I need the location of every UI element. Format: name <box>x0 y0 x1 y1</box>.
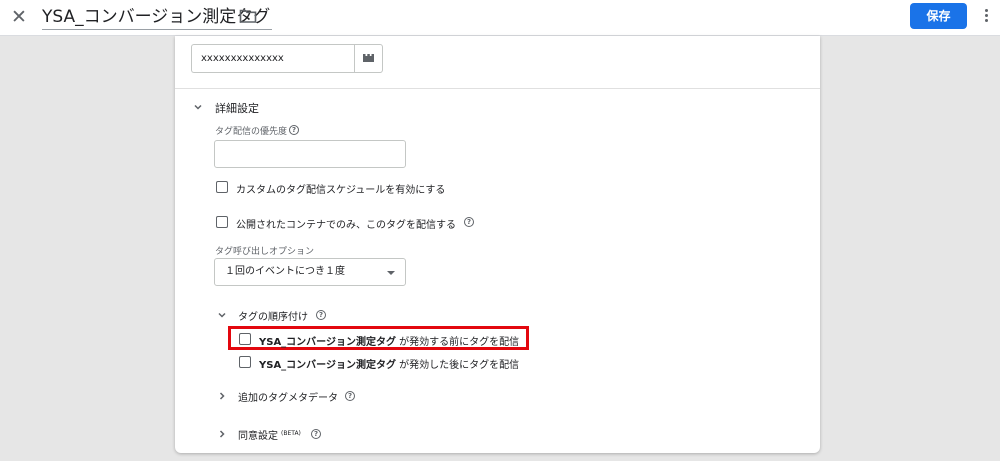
priority-label: タグ配信の優先度 <box>215 127 288 137</box>
additional-metadata-title[interactable]: 追加のタグメタデータ <box>238 389 338 404</box>
firing-options-value: １回のイベントにつき１度 <box>225 266 345 277</box>
save-button[interactable]: 保存 <box>910 3 967 29</box>
id-input[interactable]: xxxxxxxxxxxxxx <box>191 44 354 73</box>
fire-after-checkbox[interactable] <box>239 356 251 368</box>
folder-icon[interactable] <box>239 8 257 24</box>
dropdown-arrow-icon <box>387 271 395 275</box>
fire-after-label[interactable]: YSA_コンバージョン測定タグ が発効した後にタグを配信 <box>259 356 519 371</box>
consent-title: 同意設定 <box>238 431 278 442</box>
top-bar: ✕ YSA_コンバージョン測定タグ 保存 <box>0 0 1000 36</box>
fire-before-tag-name: YSA_コンバージョン測定タグ <box>259 337 396 348</box>
chevron-right-icon[interactable] <box>217 391 227 401</box>
close-icon[interactable]: ✕ <box>9 7 29 27</box>
firing-options-label: タグ呼び出しオプション <box>215 247 315 257</box>
chevron-down-icon[interactable] <box>217 310 227 320</box>
priority-input[interactable] <box>214 140 406 168</box>
cut-off-field-label <box>192 31 272 37</box>
tag-config-card: xxxxxxxxxxxxxx 詳細設定 タグ配信の優先度 ? カスタムのタグ配信… <box>175 36 820 453</box>
tag-title[interactable]: YSA_コンバージョン測定タグ <box>42 4 273 30</box>
help-icon[interactable]: ? <box>345 391 355 401</box>
consent-settings-title[interactable]: 同意設定 (BETA) <box>238 427 301 442</box>
chevron-down-icon[interactable] <box>193 102 203 112</box>
custom-schedule-label[interactable]: カスタムのタグ配信スケジュールを有効にする <box>236 181 445 196</box>
help-icon[interactable]: ? <box>316 310 326 320</box>
firing-options-select[interactable]: １回のイベントにつき１度 <box>214 258 406 286</box>
beta-badge: (BETA) <box>281 429 301 437</box>
fire-after-tag-name: YSA_コンバージョン測定タグ <box>259 360 396 371</box>
tag-sequencing-title[interactable]: タグの順序付け <box>238 308 308 323</box>
help-icon[interactable]: ? <box>289 125 299 135</box>
divider <box>175 88 820 89</box>
variable-picker-button[interactable] <box>354 44 383 73</box>
fire-before-suffix: が発効する前にタグを配信 <box>395 337 520 348</box>
published-only-label[interactable]: 公開されたコンテナでのみ、このタグを配信する <box>236 216 456 231</box>
help-icon[interactable]: ? <box>311 429 321 439</box>
advanced-settings-title[interactable]: 詳細設定 <box>215 100 259 116</box>
more-vert-icon[interactable] <box>980 7 992 27</box>
fire-after-suffix: が発効した後にタグを配信 <box>395 360 520 371</box>
variable-picker-icon <box>363 54 374 62</box>
published-only-checkbox[interactable] <box>216 216 228 228</box>
fire-before-label[interactable]: YSA_コンバージョン測定タグ が発効する前にタグを配信 <box>259 333 519 348</box>
chevron-right-icon[interactable] <box>217 429 227 439</box>
fire-before-checkbox[interactable] <box>239 333 251 345</box>
help-icon[interactable]: ? <box>464 217 474 227</box>
custom-schedule-checkbox[interactable] <box>216 181 228 193</box>
